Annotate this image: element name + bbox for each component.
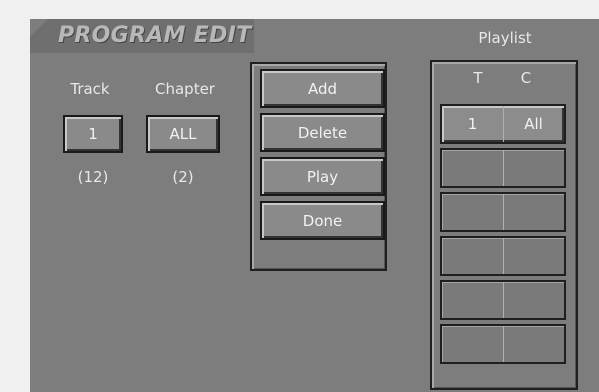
- playlist-col-t: T: [473, 69, 483, 87]
- chapter-count: (2): [172, 168, 194, 186]
- playlist-row[interactable]: 1 All: [440, 104, 566, 144]
- page-title: PROGRAM EDIT: [58, 23, 252, 48]
- playlist-row[interactable]: [440, 324, 566, 364]
- playlist-row[interactable]: [440, 280, 566, 320]
- playlist-row-chapter: [503, 282, 564, 318]
- track-count: (12): [77, 168, 109, 186]
- playlist-row-track: [442, 282, 503, 318]
- playlist-row[interactable]: [440, 236, 566, 276]
- program-edit-screen: PROGRAM EDIT Track Chapter 1 ALL (12) (2…: [30, 19, 599, 392]
- play-button[interactable]: Play: [260, 157, 385, 196]
- playlist-row-chapter: All: [524, 115, 543, 133]
- delete-button[interactable]: Delete: [260, 113, 385, 152]
- playlist-row-track: [442, 150, 503, 186]
- playlist-row-chapter: [503, 326, 564, 362]
- playlist-row[interactable]: [440, 192, 566, 232]
- playlist-row-chapter: [503, 194, 564, 230]
- chapter-label: Chapter: [155, 80, 215, 98]
- playlist-row-chapter: [503, 238, 564, 274]
- track-label: Track: [70, 80, 110, 98]
- playlist-col-c: C: [520, 69, 532, 87]
- playlist-title: Playlist: [478, 29, 532, 47]
- playlist-row-chapter: [503, 150, 564, 186]
- playlist-row-track: [442, 238, 503, 274]
- playlist-row[interactable]: [440, 148, 566, 188]
- add-button[interactable]: Add: [260, 69, 385, 108]
- playlist-row-track: [442, 326, 503, 362]
- track-selector-button[interactable]: 1: [63, 115, 123, 153]
- playlist-row-track: 1: [467, 115, 478, 133]
- chapter-selector-button[interactable]: ALL: [146, 115, 220, 153]
- playlist-row-track: [442, 194, 503, 230]
- done-button[interactable]: Done: [260, 201, 385, 240]
